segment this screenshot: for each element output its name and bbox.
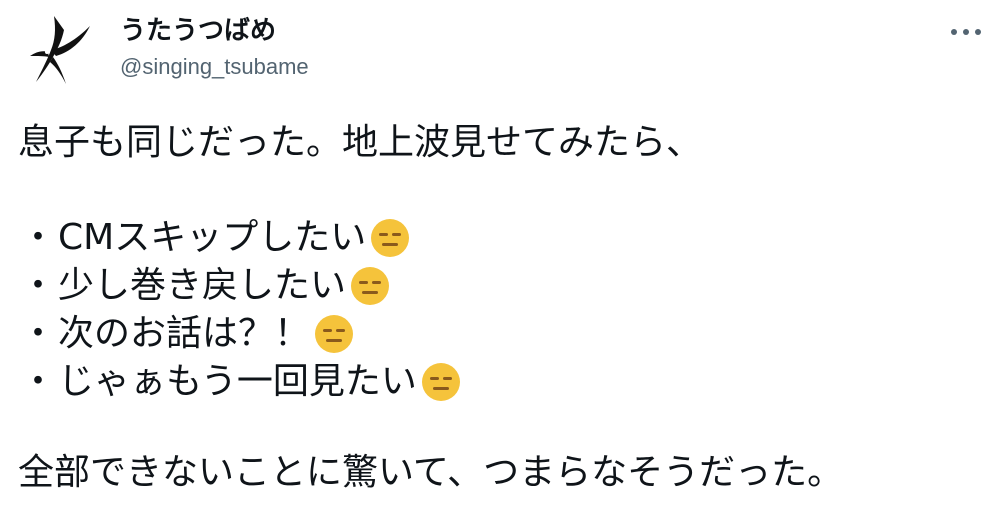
list-item: ・ じゃぁもう一回見たい bbox=[18, 358, 988, 406]
list-item-text: 少し巻き戻したい bbox=[58, 265, 347, 306]
author-handle[interactable]: @singing_tsubame bbox=[120, 52, 309, 82]
list-item: ・ 少し巻き戻したい bbox=[18, 262, 988, 310]
bullet: ・ bbox=[19, 217, 56, 258]
swallow-bird-icon bbox=[30, 16, 90, 84]
expressionless-face-emoji-icon bbox=[421, 362, 461, 402]
list-item-text: じゃぁもう一回見たい bbox=[58, 361, 417, 402]
more-options-button[interactable] bbox=[946, 20, 986, 44]
list-item: ・ 次のお話は？！ bbox=[18, 310, 988, 358]
list-item-text: 次のお話は？！ bbox=[58, 313, 311, 354]
bullet: ・ bbox=[19, 361, 56, 402]
author-display-name[interactable]: うたうつばめ bbox=[120, 14, 276, 48]
tweet-intro: 息子も同じだった。地上波見せてみたら、 bbox=[18, 122, 703, 163]
bullet: ・ bbox=[19, 313, 56, 354]
list-item-text: CMスキップしたい bbox=[58, 217, 367, 258]
expressionless-face-emoji-icon bbox=[370, 218, 410, 258]
list-item: ・ CMスキップしたい bbox=[18, 214, 988, 262]
expressionless-face-emoji-icon bbox=[350, 266, 390, 306]
tweet-header: うたうつばめ @singing_tsubame bbox=[0, 0, 1000, 100]
tweet: うたうつばめ @singing_tsubame 息子も同じだった。地上波見せてみ… bbox=[0, 0, 1000, 523]
expressionless-face-emoji-icon bbox=[314, 314, 354, 354]
bullet: ・ bbox=[19, 265, 56, 306]
more-options-icon bbox=[951, 29, 981, 35]
tweet-text: 息子も同じだった。地上波見せてみたら、 ・ CMスキップしたい ・ 少し巻き戻し… bbox=[18, 118, 988, 498]
tweet-conclusion: 全部できないことに驚いて、つまらなそうだった。 bbox=[18, 452, 844, 493]
avatar[interactable] bbox=[18, 12, 96, 90]
